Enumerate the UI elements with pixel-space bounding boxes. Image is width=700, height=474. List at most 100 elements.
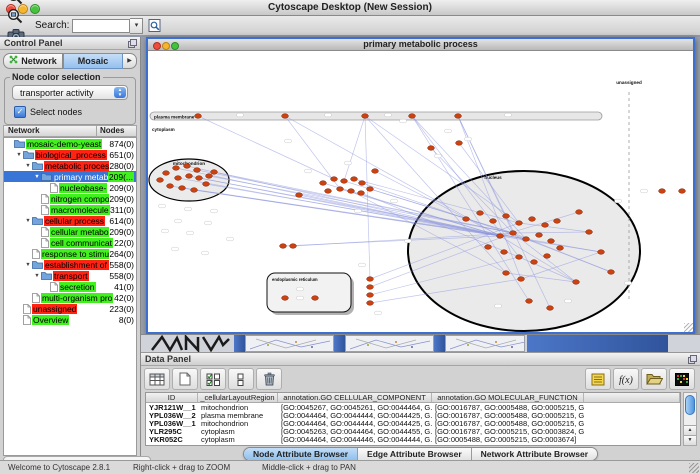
float-panel-icon[interactable]	[688, 355, 697, 368]
network-node[interactable]	[194, 168, 201, 173]
network-node[interactable]	[312, 296, 319, 301]
unselect-attributes-icon[interactable]	[228, 368, 254, 390]
select-nodes-checkbox[interactable]: ✓	[14, 106, 26, 118]
network-node[interactable]	[179, 186, 186, 191]
disclosure-triangle-icon[interactable]: ▼	[33, 273, 41, 279]
tree-row[interactable]: ▼biological_process651(0)	[4, 149, 136, 160]
tree-row[interactable]: ▼transport558(0)	[4, 270, 136, 281]
network-node[interactable]	[367, 293, 374, 298]
network-node[interactable]	[367, 277, 374, 282]
disclosure-triangle-icon[interactable]: ▼	[33, 174, 41, 180]
network-node[interactable]	[598, 250, 605, 255]
network-node[interactable]	[372, 169, 379, 174]
column-header[interactable]: ID	[146, 393, 198, 402]
network-node[interactable]	[359, 181, 366, 186]
network-node[interactable]	[409, 114, 416, 119]
function-builder-icon[interactable]: f(x)	[613, 368, 639, 390]
network-node[interactable]	[544, 254, 551, 259]
network-node[interactable]	[186, 174, 193, 179]
network-node[interactable]	[191, 188, 198, 193]
tree-row[interactable]: nucleobase-209(0)	[4, 182, 136, 193]
network-node[interactable]	[536, 233, 543, 238]
zoom-window-button[interactable]	[171, 42, 179, 50]
network-node[interactable]	[337, 187, 344, 192]
delete-attribute-icon[interactable]	[256, 368, 282, 390]
network-node[interactable]	[485, 245, 492, 250]
tree-row[interactable]: macromolecule311(0)	[4, 204, 136, 215]
tab-edge-attribute-browser[interactable]: Edge Attribute Browser	[357, 448, 471, 460]
network-node[interactable]	[341, 179, 348, 184]
network-node[interactable]	[659, 189, 666, 194]
network-node[interactable]	[463, 217, 470, 222]
disclosure-triangle-icon[interactable]: ▼	[15, 152, 23, 158]
network-node[interactable]	[455, 114, 462, 119]
tree-row[interactable]: cell communicat22(0)	[4, 237, 136, 248]
zoom-selected-icon[interactable]	[4, 7, 27, 26]
tree-row[interactable]: Overview8(0)	[4, 314, 136, 325]
background-window-edge[interactable]	[527, 335, 668, 352]
network-node[interactable]	[280, 244, 287, 249]
node-color-dropdown[interactable]: transporter activity ▲▼	[12, 85, 128, 100]
background-window-edge[interactable]	[334, 335, 345, 352]
background-window[interactable]	[245, 335, 334, 352]
attribute-list-icon[interactable]	[585, 368, 611, 390]
background-window-edge[interactable]	[434, 335, 445, 352]
scroll-down-arrow-icon[interactable]: ▼	[684, 435, 696, 445]
network-node[interactable]	[586, 230, 593, 235]
zoom-window-button[interactable]	[30, 4, 40, 14]
network-node[interactable]	[518, 277, 525, 282]
network-node[interactable]	[157, 178, 164, 183]
network-node[interactable]	[163, 171, 170, 176]
network-node[interactable]	[362, 114, 369, 119]
network-node[interactable]	[211, 170, 218, 175]
network-node[interactable]	[282, 296, 289, 301]
background-window[interactable]	[345, 335, 434, 352]
table-row[interactable]: YDR039C__1mitochondrion[GO:0044464, GO:0…	[146, 444, 680, 446]
tree-row[interactable]: ▼cellular process614(0)	[4, 215, 136, 226]
network-node[interactable]	[608, 270, 615, 275]
network-canvas-svg[interactable]: plasma membranecytoplasmmitochondrionnuc…	[148, 51, 693, 332]
network-node[interactable]	[290, 244, 297, 249]
tree-row[interactable]: unassigned223(0)	[4, 303, 136, 314]
network-node[interactable]	[573, 280, 580, 285]
network-node[interactable]	[428, 146, 435, 151]
tree-row[interactable]: ▼metabolic process280(0)	[4, 160, 136, 171]
network-node[interactable]	[196, 176, 203, 181]
advanced-search-icon[interactable]	[143, 16, 166, 35]
tab-mosaic[interactable]: Mosaic	[63, 53, 123, 69]
network-node[interactable]	[526, 299, 533, 304]
tree-row[interactable]: response to stimulu264(0)	[4, 248, 136, 259]
network-node[interactable]	[516, 255, 523, 260]
network-node[interactable]	[167, 184, 174, 189]
table-scrollbar[interactable]: ▲ ▼	[683, 392, 697, 446]
tree-row[interactable]: nitrogen compo209(0)	[4, 193, 136, 204]
background-window-fragment[interactable]	[149, 335, 234, 352]
scroll-up-arrow-icon[interactable]: ▲	[684, 425, 696, 435]
close-button[interactable]	[153, 42, 161, 50]
tree-row[interactable]: multi-organism pro42(0)	[4, 292, 136, 303]
float-panel-icon[interactable]	[128, 39, 137, 52]
tab-overflow-arrow-icon[interactable]: ▶	[123, 53, 137, 69]
tree-row[interactable]: ▼primary metabo209(...	[4, 171, 136, 182]
network-node[interactable]	[367, 187, 374, 192]
network-node[interactable]	[497, 234, 504, 239]
network-node[interactable]	[203, 182, 210, 187]
column-header-nodes[interactable]: Nodes	[96, 126, 136, 136]
tab-network[interactable]: Network	[3, 53, 63, 69]
import-attributes-icon[interactable]	[641, 368, 667, 390]
tree-row[interactable]: secretion41(0)	[4, 281, 136, 292]
network-node[interactable]	[547, 306, 554, 311]
tree-row[interactable]: cellular metabo209(0)	[4, 226, 136, 237]
network-node[interactable]	[576, 210, 583, 215]
network-node[interactable]	[351, 177, 358, 182]
network-node[interactable]	[173, 166, 180, 171]
network-node[interactable]	[282, 114, 289, 119]
network-node[interactable]	[348, 189, 355, 194]
network-node[interactable]	[206, 174, 213, 179]
network-node[interactable]	[503, 214, 510, 219]
background-window[interactable]	[445, 335, 525, 352]
column-header[interactable]: _cellularLayoutRegion	[198, 393, 278, 402]
column-header[interactable]: annotation.GO MOLECULAR_FUNCTION	[432, 393, 584, 402]
network-node[interactable]	[325, 189, 332, 194]
network-node[interactable]	[331, 177, 338, 182]
